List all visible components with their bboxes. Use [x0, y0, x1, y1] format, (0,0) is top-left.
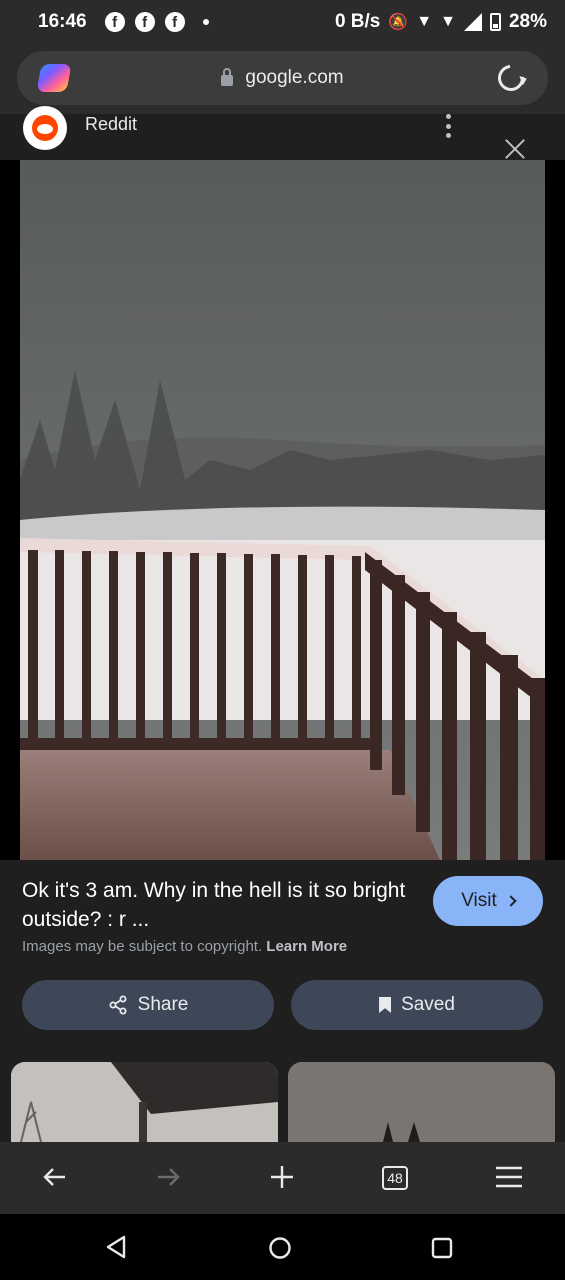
saved-button[interactable]: Saved: [291, 980, 543, 1030]
source-name[interactable]: Reddit: [85, 114, 137, 135]
reddit-logo-icon: [23, 106, 67, 150]
facebook-icon: f: [134, 12, 155, 32]
status-bar: 16:46 f f f 0 B/s 🔕 ▼ ▼ 28%: [0, 0, 565, 44]
image-viewer: [0, 160, 565, 998]
address-bar[interactable]: google.com: [17, 51, 548, 105]
snowy-deck-photo: [20, 160, 545, 860]
bottom-toolbar: 48: [0, 1142, 565, 1214]
battery-percent: 28%: [508, 11, 547, 32]
bookmark-icon: [379, 997, 392, 1013]
signal-icon: [463, 13, 482, 31]
status-left: 16:46 f f f: [38, 11, 209, 33]
result-image[interactable]: [20, 160, 545, 860]
back-arrow-icon[interactable]: [40, 1162, 70, 1192]
battery-icon: [489, 13, 501, 31]
saved-label: Saved: [401, 994, 455, 1015]
copyright-text: Images may be subject to copyright.: [22, 938, 263, 955]
tabs-button[interactable]: 48: [382, 1166, 408, 1190]
new-tab-plus-icon[interactable]: [267, 1162, 297, 1192]
close-icon[interactable]: [504, 138, 526, 160]
learn-more-link[interactable]: Learn More: [266, 938, 347, 955]
wifi-icon: ▼: [440, 13, 456, 30]
share-button[interactable]: Share: [22, 980, 274, 1030]
result-title[interactable]: Ok it's 3 am. Why in the hell is it so b…: [22, 876, 412, 934]
nav-recents-icon[interactable]: [431, 1237, 453, 1259]
chevron-right-icon: [505, 895, 517, 907]
mute-icon: 🔕: [388, 14, 409, 31]
url-text[interactable]: google.com: [245, 67, 343, 89]
related-image-thumbnail[interactable]: [11, 1062, 278, 1142]
visit-label: Visit: [461, 890, 497, 911]
share-label: Share: [137, 994, 189, 1015]
facebook-icon: f: [164, 12, 185, 32]
tab-count: 48: [387, 1170, 403, 1186]
net-speed: 0 B/s: [334, 11, 381, 32]
forward-arrow-icon[interactable]: [153, 1162, 183, 1192]
facebook-icon: f: [104, 12, 125, 32]
related-images: [0, 1062, 565, 1142]
nav-back-icon[interactable]: [104, 1234, 128, 1260]
browser-toolbar: google.com: [0, 44, 565, 114]
more-notifications-dot-icon: [202, 19, 209, 25]
url-display[interactable]: google.com: [17, 51, 548, 105]
related-image-thumbnail[interactable]: [288, 1062, 555, 1142]
status-right: 0 B/s 🔕 ▼ ▼ 28%: [335, 11, 547, 33]
visit-button[interactable]: Visit: [433, 876, 543, 926]
source-row: Reddit: [0, 106, 565, 160]
system-navigation-bar: [0, 1214, 565, 1280]
lock-icon[interactable]: [221, 68, 234, 86]
wifi-icon: ▼: [416, 13, 433, 30]
status-time: 16:46: [38, 11, 87, 32]
menu-icon[interactable]: [494, 1162, 524, 1192]
share-icon: [109, 995, 127, 1015]
more-options-icon[interactable]: [446, 114, 452, 138]
nav-home-icon[interactable]: [268, 1236, 292, 1260]
copyright-notice: Images may be subject to copyright. Lear…: [22, 938, 347, 955]
